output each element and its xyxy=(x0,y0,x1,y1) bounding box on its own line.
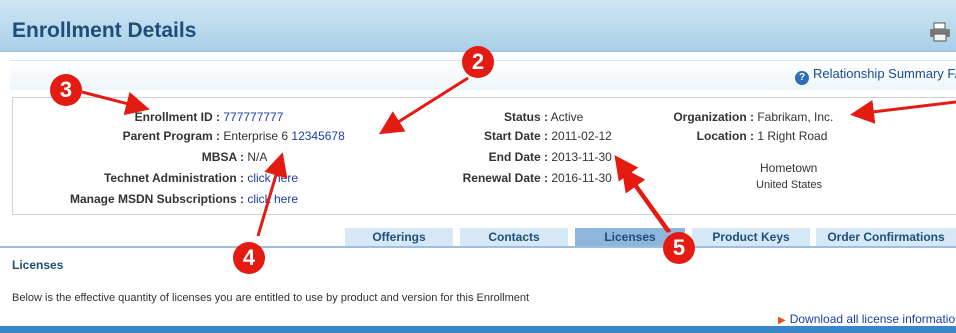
organization-value: Fabrikam, Inc. xyxy=(757,110,834,124)
parent-program-row: Parent Program : Enterprise 6 12345678 xyxy=(20,129,345,143)
play-arrow-icon: ▶ xyxy=(778,315,786,326)
callout-5: 5 xyxy=(663,232,695,264)
tab-product-keys[interactable]: Product Keys xyxy=(692,228,810,246)
help-icon: ? xyxy=(795,71,809,85)
callout-3: 3 xyxy=(50,74,82,106)
tab-contacts[interactable]: Contacts xyxy=(460,228,568,246)
renewal-date-row: Renewal Date : 2016-11-30 xyxy=(420,171,612,185)
mbsa-label: MBSA : xyxy=(201,150,244,164)
mbsa-row: MBSA : N/A xyxy=(20,150,268,164)
msdn-click-here-link[interactable]: click here xyxy=(247,192,298,206)
msdn-label: Manage MSDN Subscriptions : xyxy=(69,192,244,206)
bottom-bar xyxy=(0,326,956,333)
status-label: Status : xyxy=(503,110,548,124)
status-row: Status : Active xyxy=(420,110,583,124)
download-licenses-link[interactable]: ▶ Download all license information xyxy=(778,312,956,326)
tab-divider xyxy=(0,246,956,248)
technet-row: Technet Administration : click here xyxy=(20,171,298,185)
tab-offerings[interactable]: Offerings xyxy=(345,228,453,246)
location-label: Location : xyxy=(696,129,754,143)
callout-2: 2 xyxy=(462,46,494,78)
start-date-value: 2011-02-12 xyxy=(551,129,612,143)
start-date-label: Start Date : xyxy=(483,129,548,143)
start-date-row: Start Date : 2011-02-12 xyxy=(420,129,612,143)
organization-label: Organization : xyxy=(673,110,754,124)
technet-click-here-link[interactable]: click here xyxy=(247,171,298,185)
msdn-row: Manage MSDN Subscriptions : click here xyxy=(20,192,298,206)
faq-label[interactable]: Relationship Summary FAQ xyxy=(813,66,956,81)
location-line3: United States xyxy=(756,179,823,191)
page-header: Enrollment Details xyxy=(0,0,956,52)
mbsa-value: N/A xyxy=(247,150,268,164)
end-date-value: 2013-11-30 xyxy=(551,150,612,164)
status-value: Active xyxy=(550,110,584,124)
location-line1: 1 Right Road xyxy=(757,129,828,143)
printer-icon[interactable] xyxy=(928,22,952,42)
renewal-date-value: 2016-11-30 xyxy=(551,171,612,185)
renewal-date-label: Renewal Date : xyxy=(462,171,548,185)
enrollment-id-label: Enrollment ID : xyxy=(134,110,220,124)
download-label[interactable]: Download all license information xyxy=(790,312,956,326)
location-row: Location : 1 Right Road xyxy=(640,129,828,143)
enrollment-id-row: Enrollment ID : 777777777 xyxy=(20,110,284,124)
tab-order-confirmations[interactable]: Order Confirmations xyxy=(816,228,956,246)
licenses-description: Below is the effective quantity of licen… xyxy=(12,292,530,304)
technet-label: Technet Administration : xyxy=(103,171,244,185)
parent-program-name: Enterprise 6 xyxy=(223,129,289,143)
page-title: Enrollment Details xyxy=(12,19,197,42)
licenses-heading: Licenses xyxy=(12,258,64,272)
parent-program-number-link[interactable]: 12345678 xyxy=(291,129,344,143)
parent-program-label: Parent Program : xyxy=(122,129,220,143)
organization-row: Organization : Fabrikam, Inc. xyxy=(640,110,833,124)
location-line2: Hometown xyxy=(760,161,818,175)
end-date-label: End Date : xyxy=(488,150,548,164)
callout-4: 4 xyxy=(233,242,265,274)
relationship-summary-faq-link[interactable]: ? Relationship Summary FAQ xyxy=(795,66,956,85)
enrollment-id-link[interactable]: 777777777 xyxy=(223,110,283,124)
end-date-row: End Date : 2013-11-30 xyxy=(420,150,612,164)
